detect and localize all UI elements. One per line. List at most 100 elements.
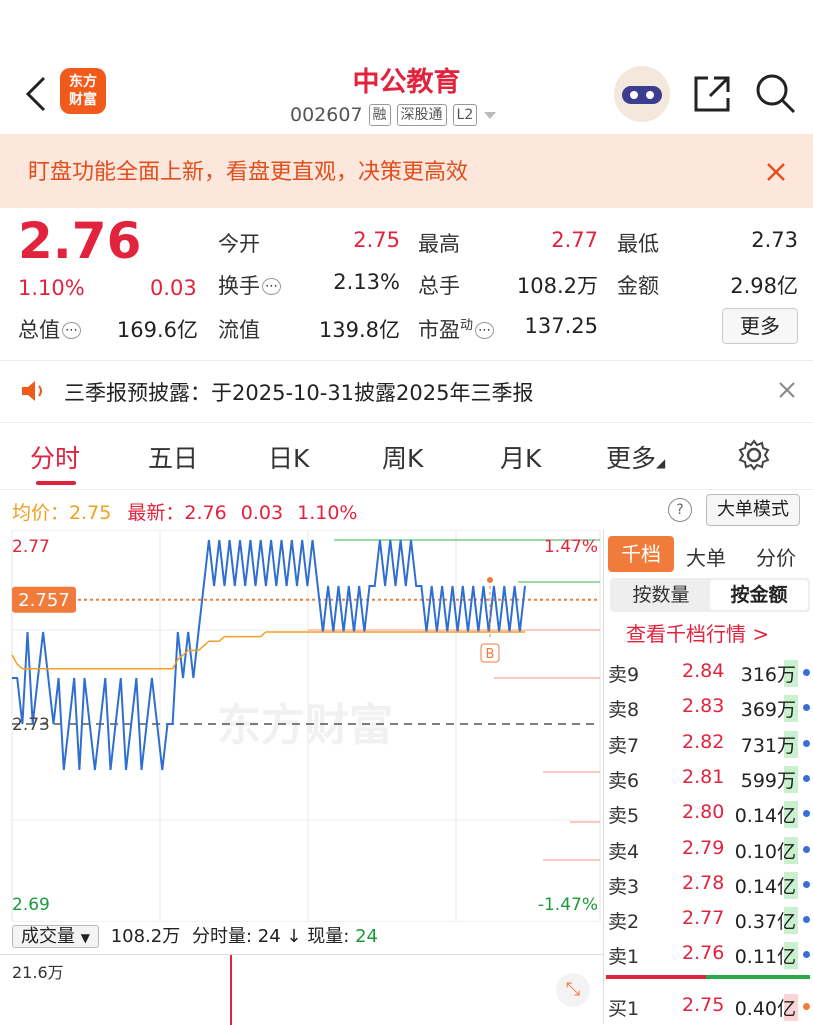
current-price: 2.76	[18, 212, 142, 270]
ask-row[interactable]: 卖6 2.81 599万	[604, 760, 813, 795]
level-volume: 0.14亿	[732, 801, 798, 829]
bid-row[interactable]: 买1 2.75 0.40亿	[604, 988, 813, 1023]
ask-row[interactable]: 卖2 2.77 0.37亿	[604, 901, 813, 936]
ask-row[interactable]: 卖4 2.79 0.10亿	[604, 831, 813, 866]
down-arrow-icon: ↓	[286, 926, 302, 947]
ask-row[interactable]: 卖7 2.82 731万	[604, 725, 813, 760]
chart-info-bar: 均价：2.75 最新：2.76 0.03 1.10%	[12, 498, 357, 525]
y-label-bottom: 2.69	[12, 895, 50, 915]
tab-price-dist[interactable]: 分价	[756, 542, 796, 571]
tab-more[interactable]: 更多◢	[606, 439, 665, 475]
level-volume: 0.10亿	[732, 836, 798, 864]
high-value: 2.77	[551, 228, 598, 252]
tab-intraday[interactable]: 分时	[30, 439, 80, 475]
market-cap-value: 169.6亿	[116, 318, 198, 342]
share-icon[interactable]	[692, 74, 732, 114]
turnover-label[interactable]: 换手 ⋯	[218, 270, 281, 300]
info-icon: ⋯	[475, 322, 495, 339]
tab-five-day[interactable]: 五日	[148, 439, 198, 475]
more-button[interactable]: 更多	[722, 308, 798, 344]
level-label: 卖6	[608, 769, 640, 792]
tab-depth[interactable]: 千档	[608, 536, 674, 572]
float-cap-label: 流值	[218, 318, 260, 342]
level-dot-icon	[803, 916, 810, 924]
volume-bar	[230, 955, 232, 1025]
segment-by-quantity[interactable]: 按数量	[612, 580, 710, 610]
level-price: 2.83	[682, 695, 725, 718]
market-cap-label[interactable]: 总值 ⋯	[18, 314, 81, 344]
level-volume: 0.37亿	[732, 907, 798, 935]
search-icon[interactable]	[754, 72, 798, 116]
level-label: 卖3	[608, 875, 640, 898]
level-volume: 731万	[738, 730, 798, 758]
level-dot-icon	[803, 704, 810, 712]
level-price: 2.78	[682, 871, 725, 894]
mode-segment: 按数量 按金额	[610, 578, 810, 612]
level-price: 2.84	[682, 660, 725, 682]
volume-chart[interactable]: 21.6万 ⤡	[0, 954, 603, 1025]
chevron-down-icon	[484, 112, 497, 119]
tab-big-order[interactable]: 大单	[686, 542, 726, 571]
stock-code-row[interactable]: 002607 融 深股通 L2	[290, 104, 497, 126]
caret-icon: ◢	[656, 456, 666, 470]
level-price: 2.81	[682, 765, 725, 788]
period-volume-value: 24	[257, 926, 281, 947]
ask-row[interactable]: 卖8 2.83 369万	[604, 689, 813, 724]
intraday-chart[interactable]: 东方财富 B 2.77 2.73 2.69 1.47% -1.47% 2.757	[0, 530, 603, 922]
level-price: 2.76	[682, 942, 725, 965]
ask-row[interactable]: 卖3 2.78 0.14亿	[604, 866, 813, 901]
tag-l2: L2	[452, 104, 478, 126]
segment-by-amount[interactable]: 按金额	[710, 580, 808, 610]
bid-ask-ratio-green	[706, 975, 810, 979]
big-order-mode-button[interactable]: 大单模式	[706, 494, 800, 526]
ask-row[interactable]: 卖1 2.76 0.11亿	[604, 936, 813, 971]
avg-line	[11, 631, 525, 670]
level-volume: 0.11亿	[732, 942, 798, 970]
level-dot-icon	[803, 669, 810, 676]
period-volume-label: 分时量:	[191, 926, 253, 947]
level-dot-icon	[803, 845, 810, 853]
high-label: 最高	[418, 232, 460, 256]
float-cap-value: 139.8亿	[318, 318, 400, 342]
now-volume-label: 现量:	[307, 926, 350, 947]
close-icon[interactable]	[778, 381, 796, 399]
chart-tabs: 分时 五日 日K 周K 月K 更多◢	[0, 422, 813, 490]
volume-total: 108.2万	[110, 926, 181, 947]
tab-daily-k[interactable]: 日K	[268, 439, 309, 475]
expand-icon[interactable]: ⤡	[556, 973, 590, 1007]
info-icon: ⋯	[262, 278, 281, 295]
y-label-top: 2.77	[12, 537, 50, 557]
ask-row[interactable]: 卖5 2.80 0.14亿	[604, 795, 813, 830]
level-dot-icon	[803, 951, 810, 959]
header: 东方 财富 中公教育 002607 融 深股通 L2	[0, 0, 813, 134]
indicator-select[interactable]: 成交量 ▼	[12, 925, 99, 948]
latest-value: 2.76	[184, 502, 227, 524]
tab-weekly-k[interactable]: 周K	[382, 439, 423, 475]
avg-label: 均价：	[12, 502, 70, 524]
change-pct: 1.10%	[18, 276, 85, 300]
level-label: 卖7	[608, 734, 640, 757]
promo-banner[interactable]: 盯盘功能全面上新，看盘更直观，决策更高效	[0, 134, 813, 208]
close-icon[interactable]	[766, 162, 786, 182]
marker-dot	[487, 577, 493, 583]
volume-axis-top: 21.6万	[12, 963, 64, 982]
level-label: 卖5	[608, 805, 640, 828]
tag-shenzhen-connect: 深股通	[396, 104, 447, 126]
tab-indicator	[36, 481, 76, 485]
pe-label[interactable]: 市盈动 ⋯	[418, 314, 495, 344]
ask-row[interactable]: 卖9 2.84 316万	[604, 654, 813, 689]
help-icon[interactable]: ?	[668, 498, 692, 522]
level-price: 2.80	[682, 801, 725, 824]
stock-code: 002607	[290, 104, 363, 126]
level-label: 买1	[608, 998, 640, 1020]
level-volume: 316万	[738, 660, 798, 687]
notice-bar[interactable]: 三季报预披露：于2025-10-31披露2025年三季报	[0, 360, 813, 421]
marker-label: B	[486, 647, 495, 662]
view-depth-link[interactable]: 查看千档行情 >	[626, 618, 769, 647]
notice-text: 三季报预披露：于2025-10-31披露2025年三季报	[64, 381, 534, 405]
settings-icon[interactable]	[738, 439, 770, 471]
tab-monthly-k[interactable]: 月K	[500, 439, 541, 475]
order-book-panel: 千档 大单 分价 按数量 按金额 查看千档行情 > 卖9 2.84 316万 卖…	[603, 530, 813, 1024]
level-dot-icon	[803, 1003, 810, 1010]
avatar[interactable]	[614, 66, 670, 122]
